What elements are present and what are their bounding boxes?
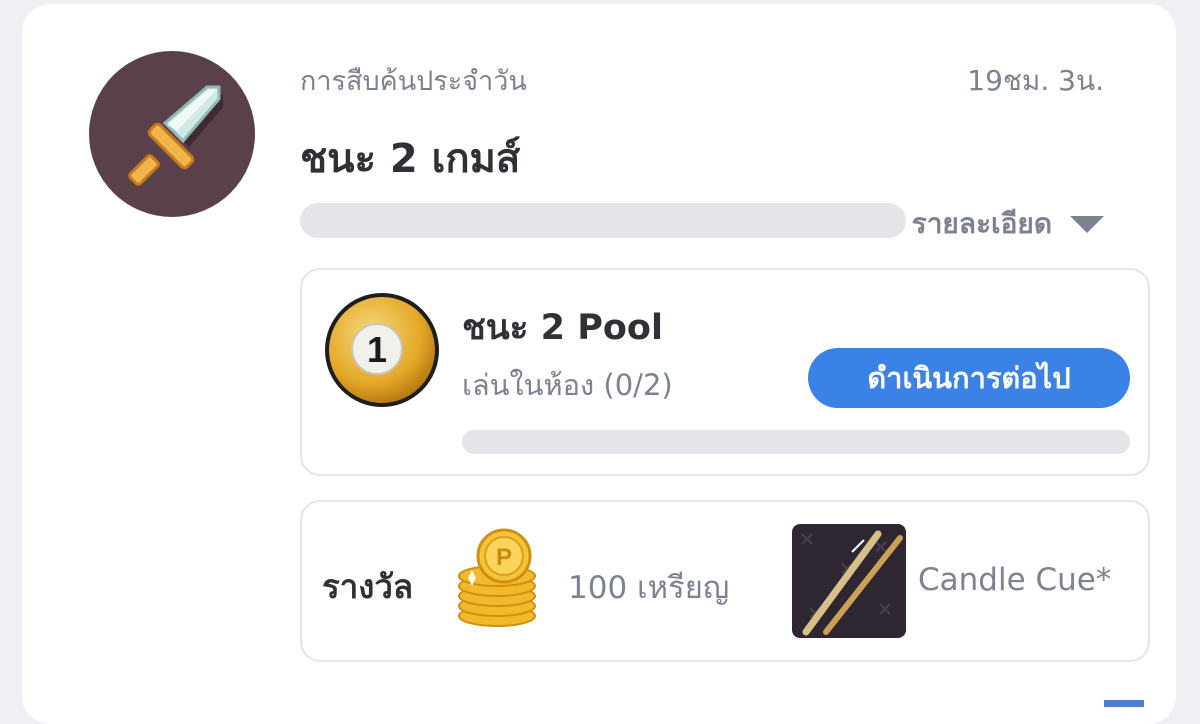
quest-title: ชนะ 2 เกมส์ xyxy=(300,136,521,182)
svg-text:P: P xyxy=(496,544,512,571)
task-panel: 1 ชนะ 2 Pool เล่นในห้อง (0/2) ดำเนินการต… xyxy=(300,268,1150,476)
pool-ball-1-icon: 1 xyxy=(323,291,441,409)
coin-reward-label: 100 เหรียญ xyxy=(568,570,730,606)
chevron-down-icon xyxy=(1070,215,1104,233)
quest-category-label: การสืบค้นประจำวัน xyxy=(300,66,527,97)
details-label: รายละเอียด xyxy=(911,207,1052,240)
candle-cue-thumbnail xyxy=(792,524,906,638)
reward-panel: รางวัล P 100 เหรียญ Candle Cue* xyxy=(300,500,1150,662)
details-toggle[interactable]: รายละเอียด xyxy=(912,202,1104,246)
quest-timer: 19ชม. 3น. xyxy=(967,64,1104,97)
reward-label: รางวัล xyxy=(322,567,414,606)
continue-button[interactable]: ดำเนินการต่อไป xyxy=(808,348,1130,408)
daily-quest-card: การสืบค้นประจำวัน 19ชม. 3น. ชนะ 2 เกมส์ … xyxy=(22,4,1176,724)
task-progress-bar xyxy=(462,430,1130,454)
task-subtitle: เล่นในห้อง (0/2) xyxy=(462,368,673,402)
task-title: ชนะ 2 Pool xyxy=(462,308,663,348)
bottom-accent-bar xyxy=(1104,700,1144,707)
coin-stack-icon: P xyxy=(454,528,540,628)
quest-progress-bar xyxy=(300,203,906,238)
sword-icon xyxy=(89,51,255,217)
ball-number: 1 xyxy=(367,329,387,370)
cue-reward-label: Candle Cue* xyxy=(918,562,1112,598)
